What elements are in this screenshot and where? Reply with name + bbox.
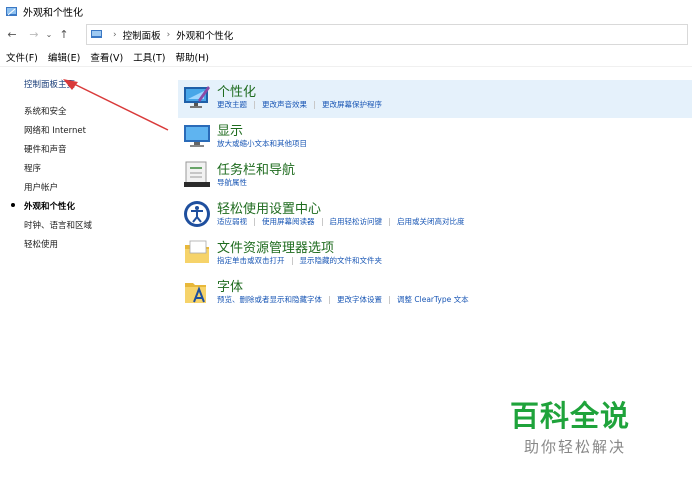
category-title[interactable]: 个性化 (217, 81, 256, 100)
menu-help[interactable]: 帮助(H) (175, 50, 209, 64)
link-single-double-click[interactable]: 指定单击或双击打开 (217, 256, 285, 265)
folder-options-icon (185, 240, 209, 263)
arrow-left-icon: ← (7, 27, 17, 41)
link-screen-reader[interactable]: 使用屏幕阅读器 (262, 217, 315, 226)
window-title: 外观和个性化 (23, 7, 83, 19)
divider (321, 218, 323, 226)
back-button[interactable]: ← (4, 26, 20, 42)
link-high-contrast[interactable]: 启用或关闭高对比度 (397, 217, 465, 226)
up-button[interactable]: ↑ (56, 26, 72, 42)
chevron-down-icon: ⌄ (45, 29, 53, 39)
sidebar-item-clock-region[interactable]: 时钟、语言和区域 (24, 219, 92, 231)
category-title[interactable]: 轻松使用设置中心 (217, 198, 321, 217)
annotation-arrow (63, 79, 169, 131)
category-links: 适应弱视 使用屏幕阅读器 启用轻松访问键 启用或关闭高对比度 (217, 216, 465, 227)
category-links: 预览、删除或者显示和隐藏字体 更改字体设置 调整 ClearType 文本 (217, 294, 469, 305)
current-item-bullet (11, 203, 15, 207)
menu-bar: 文件(F) 编辑(E) 查看(V) 工具(T) 帮助(H) (0, 48, 692, 67)
category-taskbar: 任务栏和导航 导航属性 (178, 158, 692, 196)
link-low-vision[interactable]: 适应弱视 (217, 217, 247, 226)
link-preview-fonts[interactable]: 预览、删除或者显示和隐藏字体 (217, 295, 322, 304)
category-title[interactable]: 显示 (217, 120, 243, 139)
category-title[interactable]: 字体 (217, 276, 243, 295)
recent-locations-button[interactable]: ⌄ (44, 26, 54, 42)
category-display: 显示 放大或缩小文本和其他项目 (178, 119, 692, 157)
link-access-keys[interactable]: 启用轻松访问键 (330, 217, 383, 226)
divider (254, 101, 255, 109)
breadcrumb-appearance[interactable]: 外观和个性化 (176, 28, 233, 42)
personalization-icon (184, 86, 210, 108)
link-change-sounds[interactable]: 更改声音效果 (262, 100, 307, 109)
link-cleartype[interactable]: 调整 ClearType 文本 (397, 295, 469, 304)
category-title[interactable]: 文件资源管理器选项 (217, 237, 334, 256)
category-title[interactable]: 任务栏和导航 (217, 159, 295, 178)
watermark: 百科全说 助你轻松解决 (510, 393, 650, 457)
breadcrumb-control-panel[interactable]: 控制面板 (123, 28, 161, 42)
category-folder-options: 文件资源管理器选项 指定单击或双击打开 显示隐藏的文件和文件夹 (178, 236, 692, 274)
chevron-right-icon: › (113, 29, 117, 40)
arrow-right-icon: → (29, 27, 39, 41)
fonts-icon (185, 283, 206, 303)
link-change-screensaver[interactable]: 更改屏幕保护程序 (322, 100, 382, 109)
divider (389, 218, 390, 226)
category-links: 指定单击或双击打开 显示隐藏的文件和文件夹 (217, 255, 382, 266)
sidebar-item-appearance: 外观和个性化 (24, 202, 76, 212)
link-navigation-properties[interactable]: 导航属性 (217, 178, 247, 187)
menu-file[interactable]: 文件(F) (6, 50, 38, 64)
category-fonts: 字体 预览、删除或者显示和隐藏字体 更改字体设置 调整 ClearType 文本 (178, 275, 692, 313)
ease-of-access-icon (184, 201, 210, 227)
arrow-up-icon: ↑ (59, 27, 69, 41)
address-bar: ← → ⌄ ↑ › 控制面板 › 外观和个性化 (0, 24, 692, 45)
taskbar-icon (184, 161, 210, 187)
category-links: 放大或缩小文本和其他项目 (217, 138, 307, 149)
menu-tools[interactable]: 工具(T) (133, 50, 165, 64)
sidebar-item-programs[interactable]: 程序 (24, 162, 41, 174)
sidebar-item-user-accounts[interactable]: 用户帐户 (24, 181, 58, 193)
category-links: 导航属性 (217, 177, 247, 188)
control-panel-icon (6, 6, 17, 16)
divider (254, 218, 255, 226)
control-panel-icon (91, 30, 102, 38)
category-links: 更改主题 更改声音效果 更改屏幕保护程序 (217, 99, 382, 110)
divider (329, 296, 330, 304)
divider (291, 257, 293, 265)
category-personalization: 个性化 更改主题 更改声音效果 更改屏幕保护程序 (178, 80, 692, 118)
divider (389, 296, 390, 304)
divider (314, 101, 315, 109)
menu-edit[interactable]: 编辑(E) (48, 50, 80, 64)
watermark-title: 百科全说 (510, 399, 631, 433)
chevron-right-icon: › (166, 29, 171, 40)
sidebar-item-hardware-sound[interactable]: 硬件和声音 (24, 143, 67, 155)
forward-button[interactable]: → (26, 26, 42, 42)
link-change-theme[interactable]: 更改主题 (217, 100, 247, 109)
menu-view[interactable]: 查看(V) (90, 50, 123, 64)
display-icon (184, 125, 210, 147)
link-resize-text[interactable]: 放大或缩小文本和其他项目 (217, 139, 307, 148)
category-ease-of-access: 轻松使用设置中心 适应弱视 使用屏幕阅读器 启用轻松访问键 启用或关闭高对比度 (178, 197, 692, 235)
sidebar-item-ease-of-access[interactable]: 轻松使用 (24, 238, 58, 250)
watermark-subtitle: 助你轻松解决 (524, 438, 627, 456)
title-bar: 外观和个性化 (0, 0, 692, 22)
link-show-hidden-files[interactable]: 显示隐藏的文件和文件夹 (300, 256, 383, 265)
link-font-settings[interactable]: 更改字体设置 (337, 295, 382, 304)
address-field[interactable]: › 控制面板 › 外观和个性化 (86, 24, 688, 45)
